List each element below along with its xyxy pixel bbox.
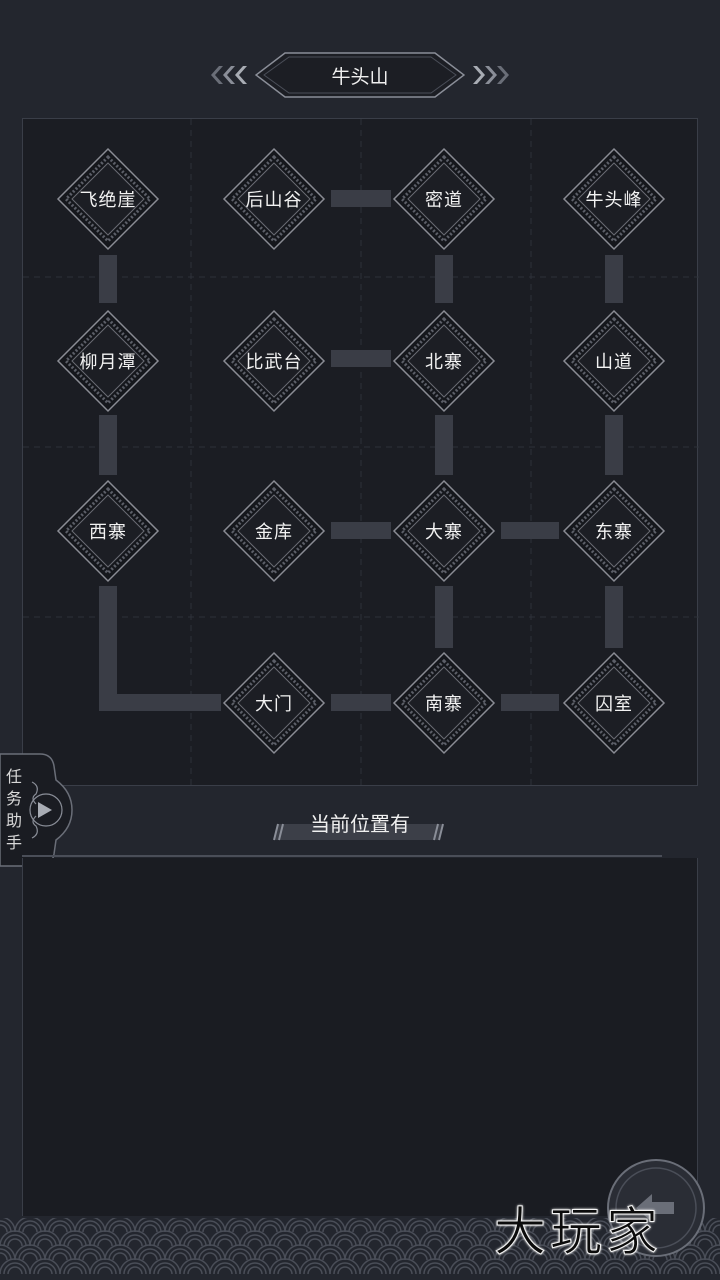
connector-xizhai-damen-horizontal xyxy=(99,694,221,711)
connector-xizhai-damen-vertical xyxy=(99,586,117,711)
map-node-label: 飞绝崖 xyxy=(79,190,137,211)
map-node-dongzhai[interactable]: 东寨 xyxy=(562,479,666,583)
map-node-label: 东寨 xyxy=(595,522,633,543)
map-header: 牛头山 xyxy=(0,40,720,110)
connector-biwutai-beizhai xyxy=(331,350,391,367)
map-node-niutoufeng[interactable]: 牛头峰 xyxy=(562,147,666,251)
map-node-label: 南寨 xyxy=(425,694,463,715)
map-node-label: 后山谷 xyxy=(245,190,303,211)
connector-niutoufeng-shandao xyxy=(605,255,623,303)
map-node-beizhai[interactable]: 北寨 xyxy=(392,309,496,413)
connector-dazhai-dongzhai xyxy=(501,522,559,539)
quest-helper-label: 任务助手 xyxy=(5,767,22,852)
map-node-qiushi[interactable]: 囚室 xyxy=(562,651,666,755)
current-location-title: 当前位置有 xyxy=(310,812,410,836)
location-title-plate: 牛头山 xyxy=(255,52,465,98)
connector-feijueya-liuyuetan xyxy=(99,255,117,303)
connector-midao-beizhai xyxy=(435,255,453,303)
location-contents-panel xyxy=(22,858,698,1216)
map-panel: 飞绝崖 后山谷 密道 牛头峰柳月潭 比武台 北寨 山道西寨 金库 大寨 东寨大门 南寨 囚室 xyxy=(22,118,699,787)
connector-houshangu-midao xyxy=(331,190,391,207)
map-node-label: 柳月潭 xyxy=(79,352,137,373)
map-node-label: 大寨 xyxy=(425,522,463,543)
connector-damen-nanzhai xyxy=(331,694,391,711)
map-node-xizhai[interactable]: 西寨 xyxy=(56,479,160,583)
map-node-midao[interactable]: 密道 xyxy=(392,147,496,251)
connector-shandao-dongzhai xyxy=(605,415,623,475)
map-node-label: 密道 xyxy=(425,190,463,211)
watermark: 大玩家 xyxy=(494,1203,663,1264)
current-location-header: 当前位置有 xyxy=(22,786,698,858)
map-node-jinku[interactable]: 金库 xyxy=(222,479,326,583)
map-node-liuyuetan[interactable]: 柳月潭 xyxy=(56,309,160,413)
map-node-biwutai[interactable]: 比武台 xyxy=(222,309,326,413)
map-node-damen[interactable]: 大门 xyxy=(222,651,326,755)
map-node-label: 山道 xyxy=(595,352,633,373)
map-node-feijueya[interactable]: 飞绝崖 xyxy=(56,147,160,251)
map-node-nanzhai[interactable]: 南寨 xyxy=(392,651,496,755)
map-node-label: 北寨 xyxy=(425,352,463,373)
location-title: 牛头山 xyxy=(331,65,389,88)
map-node-label: 金库 xyxy=(255,522,293,543)
connector-liuyuetan-xizhai xyxy=(99,415,117,475)
connector-jinku-dazhai xyxy=(331,522,391,539)
map-node-label: 西寨 xyxy=(89,522,127,543)
map-node-label: 牛头峰 xyxy=(585,190,643,211)
next-arrows-icon[interactable] xyxy=(455,62,515,88)
map-node-houshangu[interactable]: 后山谷 xyxy=(222,147,326,251)
connector-beizhai-dazhai xyxy=(435,415,453,475)
map-node-label: 比武台 xyxy=(245,352,303,373)
connector-nanzhai-qiushi xyxy=(501,694,559,711)
map-node-shandao[interactable]: 山道 xyxy=(562,309,666,413)
map-node-label: 大门 xyxy=(255,694,293,715)
connector-dazhai-nanzhai xyxy=(435,586,453,648)
map-node-label: 囚室 xyxy=(595,694,633,715)
map-node-dazhai[interactable]: 大寨 xyxy=(392,479,496,583)
connector-dongzhai-qiushi xyxy=(605,586,623,648)
